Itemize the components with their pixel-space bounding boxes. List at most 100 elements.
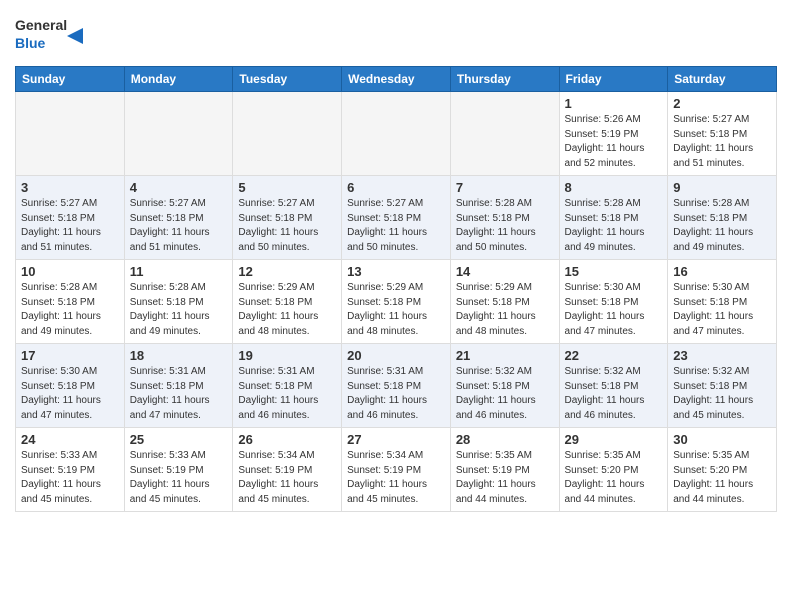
calendar-cell: 6 Sunrise: 5:27 AMSunset: 5:18 PMDaylight… — [342, 176, 451, 260]
calendar-cell: 16 Sunrise: 5:30 AMSunset: 5:18 PMDayligh… — [668, 260, 777, 344]
day-info: Sunrise: 5:31 AMSunset: 5:18 PMDaylight:… — [347, 365, 445, 423]
day-info: Sunrise: 5:34 AMSunset: 5:19 PMDaylight:… — [347, 449, 445, 507]
calendar-cell: 23 Sunrise: 5:32 AMSunset: 5:18 PMDayligh… — [668, 344, 777, 428]
calendar-cell — [124, 92, 233, 176]
calendar: SundayMondayTuesdayWednesdayThursdayFrid… — [15, 66, 777, 512]
day-info: Sunrise: 5:32 AMSunset: 5:18 PMDaylight:… — [456, 365, 554, 423]
calendar-cell: 3 Sunrise: 5:27 AMSunset: 5:18 PMDaylight… — [16, 176, 125, 260]
day-info: Sunrise: 5:28 AMSunset: 5:18 PMDaylight:… — [21, 281, 119, 339]
day-number: 12 — [238, 264, 336, 279]
day-info: Sunrise: 5:30 AMSunset: 5:18 PMDaylight:… — [565, 281, 663, 339]
day-number: 28 — [456, 432, 554, 447]
day-number: 29 — [565, 432, 663, 447]
svg-text:Blue: Blue — [15, 35, 46, 51]
day-number: 20 — [347, 348, 445, 363]
day-number: 24 — [21, 432, 119, 447]
day-number: 1 — [565, 96, 663, 111]
calendar-cell: 7Sunrise: 5:28 AMSunset: 5:18 PMDaylight… — [450, 176, 559, 260]
calendar-cell: 24 Sunrise: 5:33 AMSunset: 5:19 PMDayligh… — [16, 428, 125, 512]
calendar-cell: 4 Sunrise: 5:27 AMSunset: 5:18 PMDaylight… — [124, 176, 233, 260]
day-number: 17 — [21, 348, 119, 363]
day-info: Sunrise: 5:34 AMSunset: 5:19 PMDaylight:… — [238, 449, 336, 507]
day-info: Sunrise: 5:35 AMSunset: 5:19 PMDaylight:… — [456, 449, 554, 507]
day-info: Sunrise: 5:27 AMSunset: 5:18 PMDaylight:… — [130, 197, 228, 255]
day-info: Sunrise: 5:33 AMSunset: 5:19 PMDaylight:… — [130, 449, 228, 507]
day-number: 6 — [347, 180, 445, 195]
calendar-cell: 22 Sunrise: 5:32 AMSunset: 5:18 PMDayligh… — [559, 344, 668, 428]
weekday-wednesday: Wednesday — [342, 67, 451, 92]
weekday-saturday: Saturday — [668, 67, 777, 92]
calendar-cell — [450, 92, 559, 176]
calendar-cell: 14 Sunrise: 5:29 AMSunset: 5:18 PMDayligh… — [450, 260, 559, 344]
weekday-monday: Monday — [124, 67, 233, 92]
week-row-4: 17Sunrise: 5:30 AMSunset: 5:18 PMDayligh… — [16, 344, 777, 428]
calendar-cell: 20 Sunrise: 5:31 AMSunset: 5:18 PMDayligh… — [342, 344, 451, 428]
week-row-2: 3 Sunrise: 5:27 AMSunset: 5:18 PMDaylight… — [16, 176, 777, 260]
calendar-cell: 29 Sunrise: 5:35 AMSunset: 5:20 PMDayligh… — [559, 428, 668, 512]
day-number: 15 — [565, 264, 663, 279]
calendar-cell: 27 Sunrise: 5:34 AMSunset: 5:19 PMDayligh… — [342, 428, 451, 512]
day-info: Sunrise: 5:32 AMSunset: 5:18 PMDaylight:… — [673, 365, 771, 423]
day-info: Sunrise: 5:27 AMSunset: 5:18 PMDaylight:… — [673, 113, 771, 171]
day-number: 3 — [21, 180, 119, 195]
week-row-1: 1 Sunrise: 5:26 AMSunset: 5:19 PMDaylight… — [16, 92, 777, 176]
header: General Blue — [15, 10, 777, 58]
calendar-cell: 25Sunrise: 5:33 AMSunset: 5:19 PMDayligh… — [124, 428, 233, 512]
calendar-cell: 30Sunrise: 5:35 AMSunset: 5:20 PMDayligh… — [668, 428, 777, 512]
calendar-cell: 9Sunrise: 5:28 AMSunset: 5:18 PMDaylight… — [668, 176, 777, 260]
day-number: 2 — [673, 96, 771, 111]
day-number: 7 — [456, 180, 554, 195]
calendar-cell: 11Sunrise: 5:28 AMSunset: 5:18 PMDayligh… — [124, 260, 233, 344]
weekday-header-row: SundayMondayTuesdayWednesdayThursdayFrid… — [16, 67, 777, 92]
day-number: 5 — [238, 180, 336, 195]
weekday-friday: Friday — [559, 67, 668, 92]
day-number: 26 — [238, 432, 336, 447]
day-number: 14 — [456, 264, 554, 279]
day-number: 16 — [673, 264, 771, 279]
calendar-cell: 10Sunrise: 5:28 AMSunset: 5:18 PMDayligh… — [16, 260, 125, 344]
page: General Blue SundayMondayTuesdayWednesda… — [0, 0, 792, 527]
calendar-cell: 1 Sunrise: 5:26 AMSunset: 5:19 PMDaylight… — [559, 92, 668, 176]
day-info: Sunrise: 5:30 AMSunset: 5:18 PMDaylight:… — [673, 281, 771, 339]
calendar-cell: 8 Sunrise: 5:28 AMSunset: 5:18 PMDaylight… — [559, 176, 668, 260]
day-info: Sunrise: 5:27 AMSunset: 5:18 PMDaylight:… — [347, 197, 445, 255]
calendar-cell: 5 Sunrise: 5:27 AMSunset: 5:18 PMDaylight… — [233, 176, 342, 260]
calendar-cell — [342, 92, 451, 176]
logo: General Blue — [15, 10, 85, 58]
day-info: Sunrise: 5:29 AMSunset: 5:18 PMDaylight:… — [456, 281, 554, 339]
day-info: Sunrise: 5:35 AMSunset: 5:20 PMDaylight:… — [673, 449, 771, 507]
day-number: 27 — [347, 432, 445, 447]
day-number: 4 — [130, 180, 228, 195]
calendar-cell: 18Sunrise: 5:31 AMSunset: 5:18 PMDayligh… — [124, 344, 233, 428]
day-info: Sunrise: 5:31 AMSunset: 5:18 PMDaylight:… — [130, 365, 228, 423]
day-number: 21 — [456, 348, 554, 363]
day-number: 13 — [347, 264, 445, 279]
calendar-cell: 15 Sunrise: 5:30 AMSunset: 5:18 PMDayligh… — [559, 260, 668, 344]
day-number: 22 — [565, 348, 663, 363]
calendar-cell: 26 Sunrise: 5:34 AMSunset: 5:19 PMDayligh… — [233, 428, 342, 512]
day-info: Sunrise: 5:35 AMSunset: 5:20 PMDaylight:… — [565, 449, 663, 507]
day-info: Sunrise: 5:27 AMSunset: 5:18 PMDaylight:… — [238, 197, 336, 255]
calendar-cell: 12Sunrise: 5:29 AMSunset: 5:18 PMDayligh… — [233, 260, 342, 344]
logo-svg: General Blue — [15, 10, 85, 58]
day-info: Sunrise: 5:31 AMSunset: 5:18 PMDaylight:… — [238, 365, 336, 423]
calendar-cell — [16, 92, 125, 176]
day-info: Sunrise: 5:32 AMSunset: 5:18 PMDaylight:… — [565, 365, 663, 423]
calendar-cell: 17Sunrise: 5:30 AMSunset: 5:18 PMDayligh… — [16, 344, 125, 428]
weekday-tuesday: Tuesday — [233, 67, 342, 92]
calendar-cell — [233, 92, 342, 176]
calendar-cell: 13Sunrise: 5:29 AMSunset: 5:18 PMDayligh… — [342, 260, 451, 344]
weekday-thursday: Thursday — [450, 67, 559, 92]
day-info: Sunrise: 5:33 AMSunset: 5:19 PMDaylight:… — [21, 449, 119, 507]
day-info: Sunrise: 5:27 AMSunset: 5:18 PMDaylight:… — [21, 197, 119, 255]
day-info: Sunrise: 5:28 AMSunset: 5:18 PMDaylight:… — [673, 197, 771, 255]
day-number: 8 — [565, 180, 663, 195]
day-info: Sunrise: 5:28 AMSunset: 5:18 PMDaylight:… — [565, 197, 663, 255]
day-info: Sunrise: 5:26 AMSunset: 5:19 PMDaylight:… — [565, 113, 663, 171]
day-info: Sunrise: 5:28 AMSunset: 5:18 PMDaylight:… — [130, 281, 228, 339]
calendar-cell: 19 Sunrise: 5:31 AMSunset: 5:18 PMDayligh… — [233, 344, 342, 428]
day-number: 23 — [673, 348, 771, 363]
svg-text:General: General — [15, 17, 67, 33]
week-row-3: 10Sunrise: 5:28 AMSunset: 5:18 PMDayligh… — [16, 260, 777, 344]
day-number: 19 — [238, 348, 336, 363]
